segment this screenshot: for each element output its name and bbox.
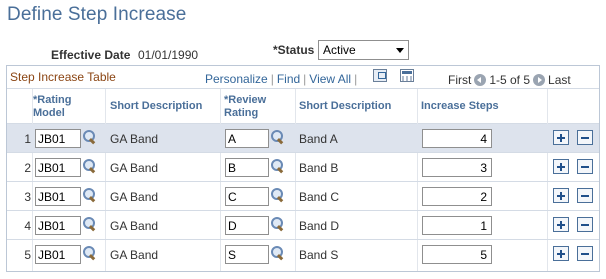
plus-icon[interactable] [553,130,569,145]
chevron-down-icon [396,48,404,53]
next-arrow-icon[interactable] [533,74,546,86]
model-description: GA Band [110,161,159,175]
magnifier-icon[interactable] [83,188,97,202]
rating-description: Band B [299,161,339,175]
review-rating-input[interactable]: A [225,129,269,148]
minus-icon[interactable] [577,217,593,232]
minus-icon[interactable] [577,188,593,203]
increase-steps-input[interactable]: 2 [422,187,492,206]
rating-description: Band D [299,219,340,233]
table-row: 5 JB01 GA Band S Band S 5 [7,240,599,269]
table-row: 4 JB01 GA Band D Band D 1 [7,211,599,240]
rating-model-input[interactable]: JB01 [35,245,81,264]
row-number: 5 [24,248,31,262]
first-link[interactable]: First [448,73,471,87]
personalize-link[interactable]: Personalize [205,72,268,86]
column-header-rating-model[interactable]: *Rating Model [33,89,103,124]
column-header-model-description[interactable]: Short Description [110,89,220,124]
magnifier-icon[interactable] [271,188,285,202]
model-description: GA Band [110,132,159,146]
grid-download-icon[interactable] [400,69,414,82]
table-row: 3 JB01 GA Band C Band C 2 [7,182,599,211]
table-row: 2 JB01 GA Band B Band B 3 [7,153,599,182]
review-rating-input[interactable]: S [225,245,269,264]
last-link[interactable]: Last [548,73,571,87]
column-header-increase-steps[interactable]: Increase Steps [421,89,521,124]
status-label: *Status [273,43,315,57]
effective-date-label: Effective Date [51,48,131,62]
link-separator: | [270,72,274,86]
plus-icon[interactable] [553,188,569,203]
status-select-value: Active [323,43,356,57]
table-row: 1 JB01 GA Band A Band A 4 [7,124,599,153]
row-number: 3 [24,190,31,204]
plus-icon[interactable] [553,159,569,174]
column-headers: *Rating Model Short Description *Review … [7,89,599,124]
magnifier-icon[interactable] [271,246,285,260]
grid-title: Step Increase Table [10,70,116,84]
model-description: GA Band [110,219,159,233]
rating-description: Band A [299,132,338,146]
magnifier-icon[interactable] [271,217,285,231]
effective-date-value: 01/01/1990 [138,48,199,62]
row-number: 1 [24,132,31,146]
row-number: 4 [24,219,31,233]
grid-toolbar: Step Increase Table Personalize | Find | Vie… [7,66,599,89]
model-description: GA Band [110,190,159,204]
magnifier-icon[interactable] [271,159,285,173]
column-header-rating-description[interactable]: Short Description [299,89,419,124]
link-separator: | [303,72,307,86]
view-all-link[interactable]: View All [309,72,351,86]
page-title: Define Step Increase [7,4,187,25]
grid-nav-links: Personalize | Find | View All | [205,72,360,86]
minus-icon[interactable] [577,130,593,145]
find-link[interactable]: Find [277,72,300,86]
rating-model-input[interactable]: JB01 [35,158,81,177]
column-header-line: Rating [224,107,259,119]
zoom-icon[interactable] [373,69,387,82]
increase-steps-input[interactable]: 3 [422,158,492,177]
review-rating-input[interactable]: D [225,216,269,235]
previous-arrow-icon[interactable] [474,74,487,86]
increase-steps-input[interactable]: 1 [422,216,492,235]
row-number: 2 [24,161,31,175]
magnifier-icon[interactable] [83,159,97,173]
minus-icon[interactable] [577,246,593,261]
minus-icon[interactable] [577,159,593,174]
increase-steps-input[interactable]: 4 [422,129,492,148]
rating-description: Band S [299,248,339,262]
rating-description: Band C [299,190,340,204]
page-range: 1-5 of 5 [489,73,531,87]
status-select[interactable]: Active [318,40,409,60]
step-increase-grid: Step Increase Table Personalize | Find | Vie… [6,65,600,272]
column-header-review-rating[interactable]: *Review Rating [224,89,294,124]
rating-model-input[interactable]: JB01 [35,129,81,148]
magnifier-icon[interactable] [271,130,285,144]
increase-steps-input[interactable]: 5 [422,245,492,264]
pager: First 1-5 of 5 Last [448,72,571,87]
plus-icon[interactable] [553,217,569,232]
review-rating-input[interactable]: C [225,187,269,206]
rating-model-input[interactable]: JB01 [35,216,81,235]
model-description: GA Band [110,248,159,262]
magnifier-icon[interactable] [83,246,97,260]
review-rating-input[interactable]: B [225,158,269,177]
column-header-line: *Rating [33,94,72,106]
plus-icon[interactable] [553,246,569,261]
magnifier-icon[interactable] [83,130,97,144]
link-separator: | [354,72,358,86]
column-header-line: Model [33,107,65,119]
column-header-line: *Review [224,94,267,106]
rating-model-input[interactable]: JB01 [35,187,81,206]
magnifier-icon[interactable] [83,217,97,231]
